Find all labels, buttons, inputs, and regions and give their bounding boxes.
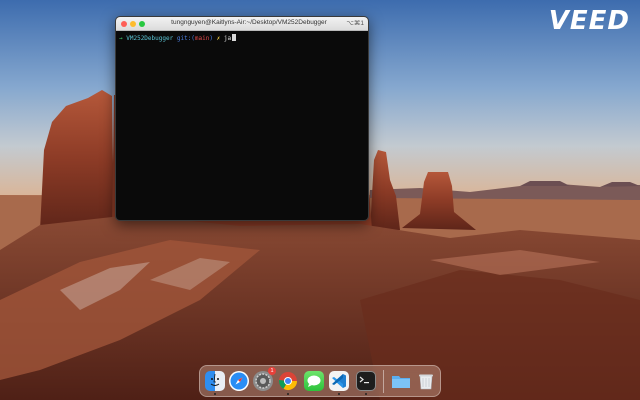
terminal-shortcut: ⌥⌘1 xyxy=(346,20,364,27)
terminal-icon[interactable] xyxy=(356,371,376,391)
finder-icon[interactable] xyxy=(205,371,225,391)
prompt-directory: VM252Debugger xyxy=(126,35,174,42)
typed-command: ja xyxy=(223,35,232,42)
close-window-button[interactable] xyxy=(121,21,127,27)
chrome-icon[interactable] xyxy=(278,371,298,391)
dock-separator xyxy=(383,370,384,393)
safari-icon[interactable] xyxy=(229,371,249,391)
chrome-running-indicator xyxy=(287,393,289,395)
prompt-branch: main xyxy=(194,35,210,42)
dock xyxy=(199,365,441,397)
prompt-git-close: ) xyxy=(209,35,213,42)
terminal-title: tungnguyen@Kaitlyns-Air:~/Desktop/VM252D… xyxy=(171,19,327,26)
prompt-git-label: git:( xyxy=(176,35,195,42)
terminal-window[interactable]: tungnguyen@Kaitlyns-Air:~/Desktop/VM252D… xyxy=(115,16,369,221)
downloads-folder-icon[interactable] xyxy=(391,371,411,391)
vscode-running-indicator xyxy=(338,393,340,395)
prompt-arrow: → xyxy=(119,35,123,42)
prompt-dirty-marker: ✗ xyxy=(216,35,221,42)
veed-watermark: VEED xyxy=(548,6,630,36)
terminal-output[interactable]: → VM252Debugger git:(main) ✗ ja xyxy=(116,31,368,45)
trash-icon[interactable] xyxy=(416,371,436,391)
vscode-icon[interactable] xyxy=(329,371,349,391)
settings-notification-badge: 1 xyxy=(268,367,276,375)
text-cursor xyxy=(232,34,237,41)
terminal-titlebar[interactable]: tungnguyen@Kaitlyns-Air:~/Desktop/VM252D… xyxy=(116,17,368,31)
minimize-window-button[interactable] xyxy=(130,21,136,27)
finder-running-indicator xyxy=(214,393,216,395)
messages-icon[interactable] xyxy=(304,371,324,391)
terminal-running-indicator xyxy=(365,393,367,395)
zoom-window-button[interactable] xyxy=(139,21,145,27)
prompt-line[interactable]: → VM252Debugger git:(main) ✗ ja xyxy=(119,34,365,42)
